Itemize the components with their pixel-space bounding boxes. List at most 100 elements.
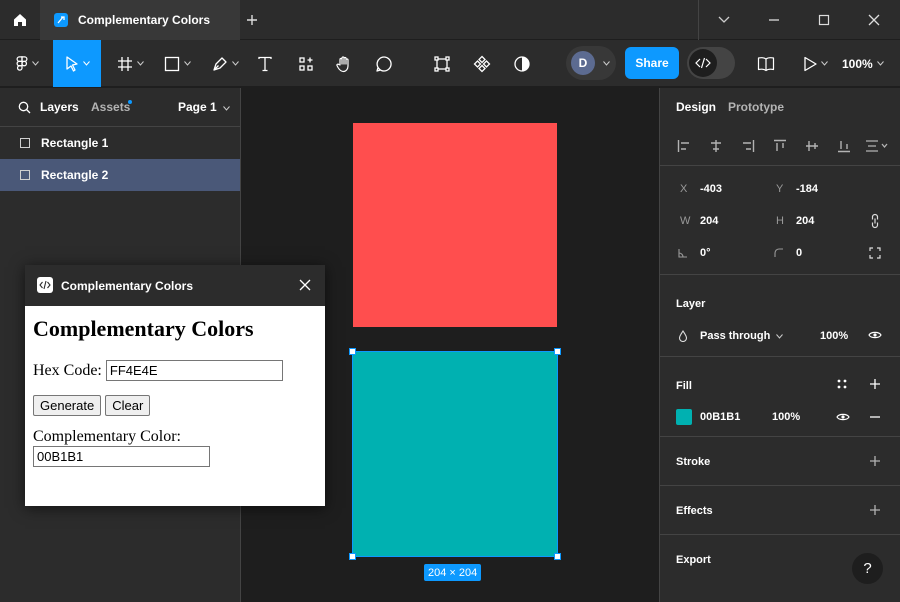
align-bottom-icon[interactable] <box>836 138 852 154</box>
x-input[interactable]: -403 <box>700 183 722 195</box>
help-button[interactable]: ? <box>852 553 883 584</box>
effects-section-title: Effects <box>676 505 713 517</box>
plugin-header[interactable]: Complementary Colors <box>25 265 325 306</box>
minimize-button[interactable] <box>749 0 799 40</box>
width-input[interactable]: 204 <box>700 215 718 227</box>
tab-layers[interactable]: Layers <box>40 100 79 114</box>
y-input[interactable]: -184 <box>796 183 818 195</box>
layer-section: Layer Pass through 100% <box>660 275 900 357</box>
eye-icon[interactable] <box>868 330 882 340</box>
move-tool[interactable] <box>53 40 101 87</box>
fill-section-title: Fill <box>676 380 692 392</box>
generate-button[interactable]: Generate <box>33 395 102 416</box>
resize-handle[interactable] <box>554 348 561 355</box>
clear-button[interactable]: Clear <box>105 395 151 416</box>
distribute-menu[interactable] <box>864 138 890 154</box>
alignment-row <box>660 126 900 166</box>
new-tab-button[interactable] <box>240 0 264 40</box>
share-button[interactable]: Share <box>625 47 679 79</box>
result-label: Complementary Color: <box>33 428 181 445</box>
pen-icon <box>212 56 227 71</box>
comment-icon <box>376 55 392 72</box>
figma-logo-icon <box>16 55 27 71</box>
rotation-input[interactable]: 0° <box>700 247 711 259</box>
search-icon[interactable] <box>18 101 31 114</box>
align-left-icon[interactable] <box>676 138 692 154</box>
layer-opacity-input[interactable]: 100% <box>820 330 848 342</box>
resources-icon <box>299 56 313 71</box>
multiplayer-menu[interactable]: D <box>566 46 616 80</box>
styles-grid-icon[interactable] <box>836 378 848 390</box>
rectangle-2[interactable] <box>352 351 558 557</box>
blend-mode-label: Pass through <box>700 330 771 342</box>
transform-tool[interactable] <box>428 40 456 87</box>
resize-handle[interactable] <box>349 553 356 560</box>
file-tab[interactable]: Complementary Colors <box>40 0 240 40</box>
constrain-proportions-icon[interactable] <box>870 213 880 229</box>
fill-hex-input[interactable]: 00B1B1 <box>700 411 740 423</box>
avatar[interactable]: D <box>571 51 595 75</box>
tab-assets[interactable]: Assets <box>91 100 130 114</box>
fill-color-swatch[interactable] <box>676 409 692 425</box>
pen-tool[interactable] <box>206 40 244 87</box>
tabs-menu-button[interactable] <box>699 0 749 40</box>
plus-icon[interactable] <box>869 455 881 467</box>
blend-mode-select[interactable]: Pass through <box>700 330 784 342</box>
height-input[interactable]: 204 <box>796 215 814 227</box>
blend-mode-icon <box>678 330 688 342</box>
close-icon <box>868 14 880 26</box>
independent-corners-icon[interactable] <box>869 247 881 259</box>
align-center-v-icon[interactable] <box>804 138 820 154</box>
frame-tool[interactable] <box>110 40 150 87</box>
page-selector[interactable]: Page 1 <box>178 100 230 114</box>
h-label: H <box>776 215 784 227</box>
resize-handle[interactable] <box>349 348 356 355</box>
resources-tool[interactable] <box>292 40 320 87</box>
page-selector-label: Page 1 <box>178 100 217 114</box>
align-center-h-icon[interactable] <box>708 138 724 154</box>
hex-input[interactable] <box>105 360 283 381</box>
mask-tool[interactable] <box>508 40 536 87</box>
zoom-menu[interactable]: 100% <box>842 40 884 87</box>
shape-tool[interactable] <box>158 40 196 87</box>
result-field[interactable] <box>33 446 210 467</box>
layer-label: Rectangle 2 <box>41 168 109 182</box>
text-tool[interactable] <box>252 40 278 87</box>
rectangle-1[interactable] <box>353 123 557 327</box>
align-right-icon[interactable] <box>740 138 756 154</box>
home-button[interactable] <box>0 0 40 40</box>
layer-row[interactable]: Rectangle 1 <box>0 127 240 159</box>
component-icon <box>473 55 491 72</box>
align-top-icon[interactable] <box>772 138 788 154</box>
fill-opacity-input[interactable]: 100% <box>772 411 800 423</box>
resize-handle[interactable] <box>554 553 561 560</box>
book-icon <box>757 56 775 71</box>
layer-row[interactable]: Rectangle 2 <box>0 159 240 191</box>
plus-icon[interactable] <box>869 504 881 516</box>
tab-prototype[interactable]: Prototype <box>728 100 784 114</box>
maximize-button[interactable] <box>799 0 849 40</box>
rectangle-icon <box>164 56 179 71</box>
rotation-icon <box>678 249 687 258</box>
plus-icon[interactable] <box>869 378 881 390</box>
stroke-section-title: Stroke <box>676 456 711 468</box>
library-button[interactable] <box>752 40 780 87</box>
tab-design[interactable]: Design <box>676 100 716 114</box>
comment-tool[interactable] <box>370 40 398 87</box>
properties-panel: Design Prototype X -403 Y -184 W 204 H 2… <box>659 88 900 602</box>
rectangle-icon <box>20 170 30 180</box>
plugin-close-button[interactable] <box>297 277 313 293</box>
corner-radius-input[interactable]: 0 <box>796 247 802 259</box>
eye-icon[interactable] <box>836 412 850 422</box>
present-button[interactable] <box>796 40 834 87</box>
chevron-down-icon <box>231 61 239 66</box>
component-tool[interactable] <box>468 40 496 87</box>
main-menu-button[interactable] <box>8 40 46 87</box>
button-row: Generate Clear <box>33 395 317 416</box>
hand-tool[interactable] <box>330 40 358 87</box>
effects-section: Effects <box>660 486 900 535</box>
close-window-button[interactable] <box>849 0 899 40</box>
minus-icon[interactable] <box>869 413 881 421</box>
dev-mode-toggle[interactable] <box>687 47 735 79</box>
dev-mode-knob <box>689 49 717 77</box>
